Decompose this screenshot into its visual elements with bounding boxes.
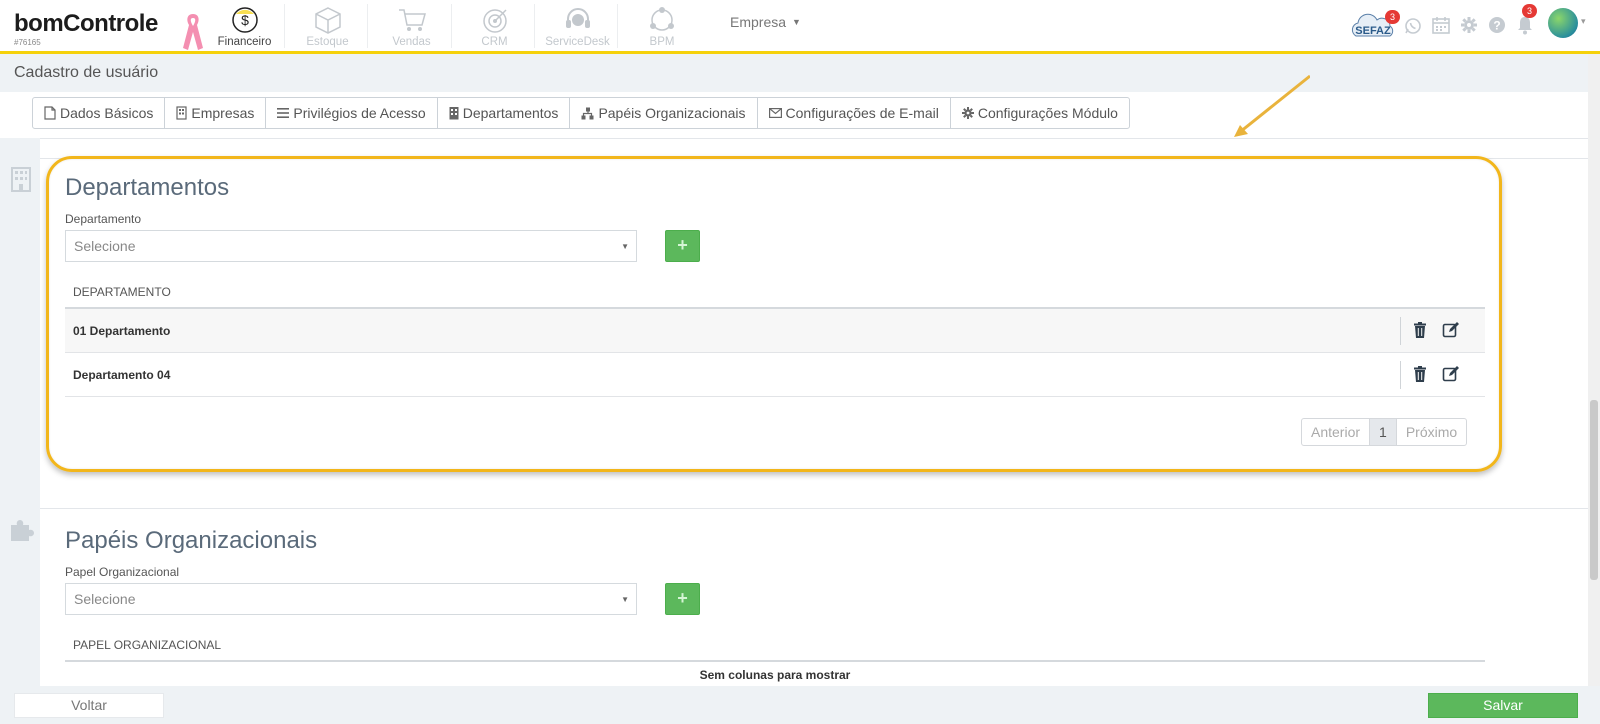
tab-label: Privilégios de Acesso (293, 105, 426, 121)
tab-bar: Dados Básicos Empresas Privilégios de Ac… (32, 97, 1130, 129)
building-icon (176, 106, 187, 120)
module-bpm[interactable]: BPM (622, 4, 702, 48)
top-navbar: bomControle #76165 $ Financeiro Estoque … (0, 0, 1600, 54)
divider (40, 508, 1588, 509)
pink-ribbon-icon (183, 14, 203, 50)
sitemap-icon (581, 107, 594, 119)
select-placeholder: Selecione (74, 591, 136, 607)
caret-down-icon: ▼ (621, 595, 629, 604)
module-label: Financeiro (217, 36, 272, 48)
list-icon (277, 108, 290, 118)
calendar-icon[interactable] (1432, 16, 1450, 34)
avatar[interactable] (1548, 8, 1578, 38)
module-label: Vendas (392, 36, 431, 48)
gear-icon[interactable] (1460, 16, 1478, 34)
cart-icon (398, 9, 426, 31)
file-icon (44, 106, 56, 120)
tab-papeis-organizacionais[interactable]: Papéis Organizacionais (570, 98, 758, 128)
add-papel-button[interactable]: + (665, 583, 700, 615)
module-vendas[interactable]: Vendas (372, 4, 452, 48)
scrollbar-thumb[interactable] (1590, 400, 1598, 580)
svg-text:?: ? (1493, 19, 1500, 33)
sefaz-badge: 3 (1385, 10, 1400, 24)
tab-label: Departamentos (462, 105, 559, 121)
dollar-coin-icon: $ (231, 7, 258, 33)
module-label: Estoque (306, 36, 349, 48)
box-icon (314, 7, 341, 34)
company-dropdown-label: Empresa (730, 14, 787, 30)
left-rail (0, 138, 40, 686)
bell-icon[interactable] (1516, 15, 1534, 35)
module-estoque[interactable]: Estoque (288, 4, 368, 48)
page-scrollbar[interactable] (1588, 54, 1600, 686)
target-icon (482, 9, 507, 33)
module-crm[interactable]: CRM (455, 4, 535, 48)
column-header-papel: PAPEL ORGANIZACIONAL (73, 638, 222, 652)
tab-label: Configurações de E-mail (785, 105, 939, 121)
notifications-badge: 3 (1522, 4, 1537, 18)
module-label: BPM (649, 36, 675, 48)
account-id: #76165 (14, 38, 41, 47)
module-servicedesk[interactable]: ServiceDesk (538, 4, 618, 48)
arrow-annotation (1234, 74, 1310, 137)
sefaz-label: SEFAZ (1355, 25, 1391, 37)
module-financeiro[interactable]: $ Financeiro (205, 4, 285, 48)
section-title-papeis: Papéis Organizacionais (65, 527, 318, 554)
tab-privilegios[interactable]: Privilégios de Acesso (266, 98, 438, 128)
headset-icon (565, 8, 590, 28)
module-label: CRM (481, 36, 508, 48)
process-cycle-icon (650, 7, 674, 31)
company-dropdown[interactable]: Empresa ▼ (730, 14, 801, 30)
table-header-divider (65, 660, 1485, 662)
tab-departamentos[interactable]: Departamentos (438, 98, 571, 128)
module-label: ServiceDesk (545, 36, 610, 48)
puzzle-icon (11, 520, 34, 541)
tab-configuracoes-modulo[interactable]: Configurações Módulo (951, 98, 1129, 128)
tab-configuracoes-email[interactable]: Configurações de E-mail (758, 98, 951, 128)
tab-label: Papéis Organizacionais (598, 105, 746, 121)
gear-icon (961, 107, 974, 119)
tab-label: Dados Básicos (60, 105, 154, 121)
svg-text:$: $ (241, 12, 249, 28)
page-title: Cadastro de usuário (14, 64, 159, 81)
tab-empresas[interactable]: Empresas (165, 98, 267, 128)
logo-text: bomControle (14, 10, 158, 37)
divider (0, 138, 1588, 139)
tab-dados-basicos[interactable]: Dados Básicos (33, 98, 166, 128)
tab-label: Empresas (191, 105, 255, 121)
footer-bar (0, 686, 1600, 724)
caret-down-icon: ▼ (792, 17, 801, 27)
papel-select[interactable]: Selecione ▼ (65, 583, 637, 615)
building-icon (11, 167, 31, 192)
whatsapp-icon[interactable] (1404, 17, 1422, 35)
help-icon[interactable]: ? (1488, 16, 1506, 34)
empty-table-message: Sem colunas para mostrar (699, 668, 851, 682)
save-button[interactable]: Salvar (1428, 693, 1578, 718)
back-button[interactable]: Voltar (14, 693, 164, 718)
building-icon (449, 107, 459, 120)
chevron-down-icon[interactable]: ▾ (1581, 16, 1586, 27)
highlight-annotation (46, 156, 1502, 472)
tab-label: Configurações Módulo (977, 105, 1118, 121)
envelope-icon (768, 108, 782, 118)
field-label-papel: Papel Organizacional (65, 565, 180, 579)
